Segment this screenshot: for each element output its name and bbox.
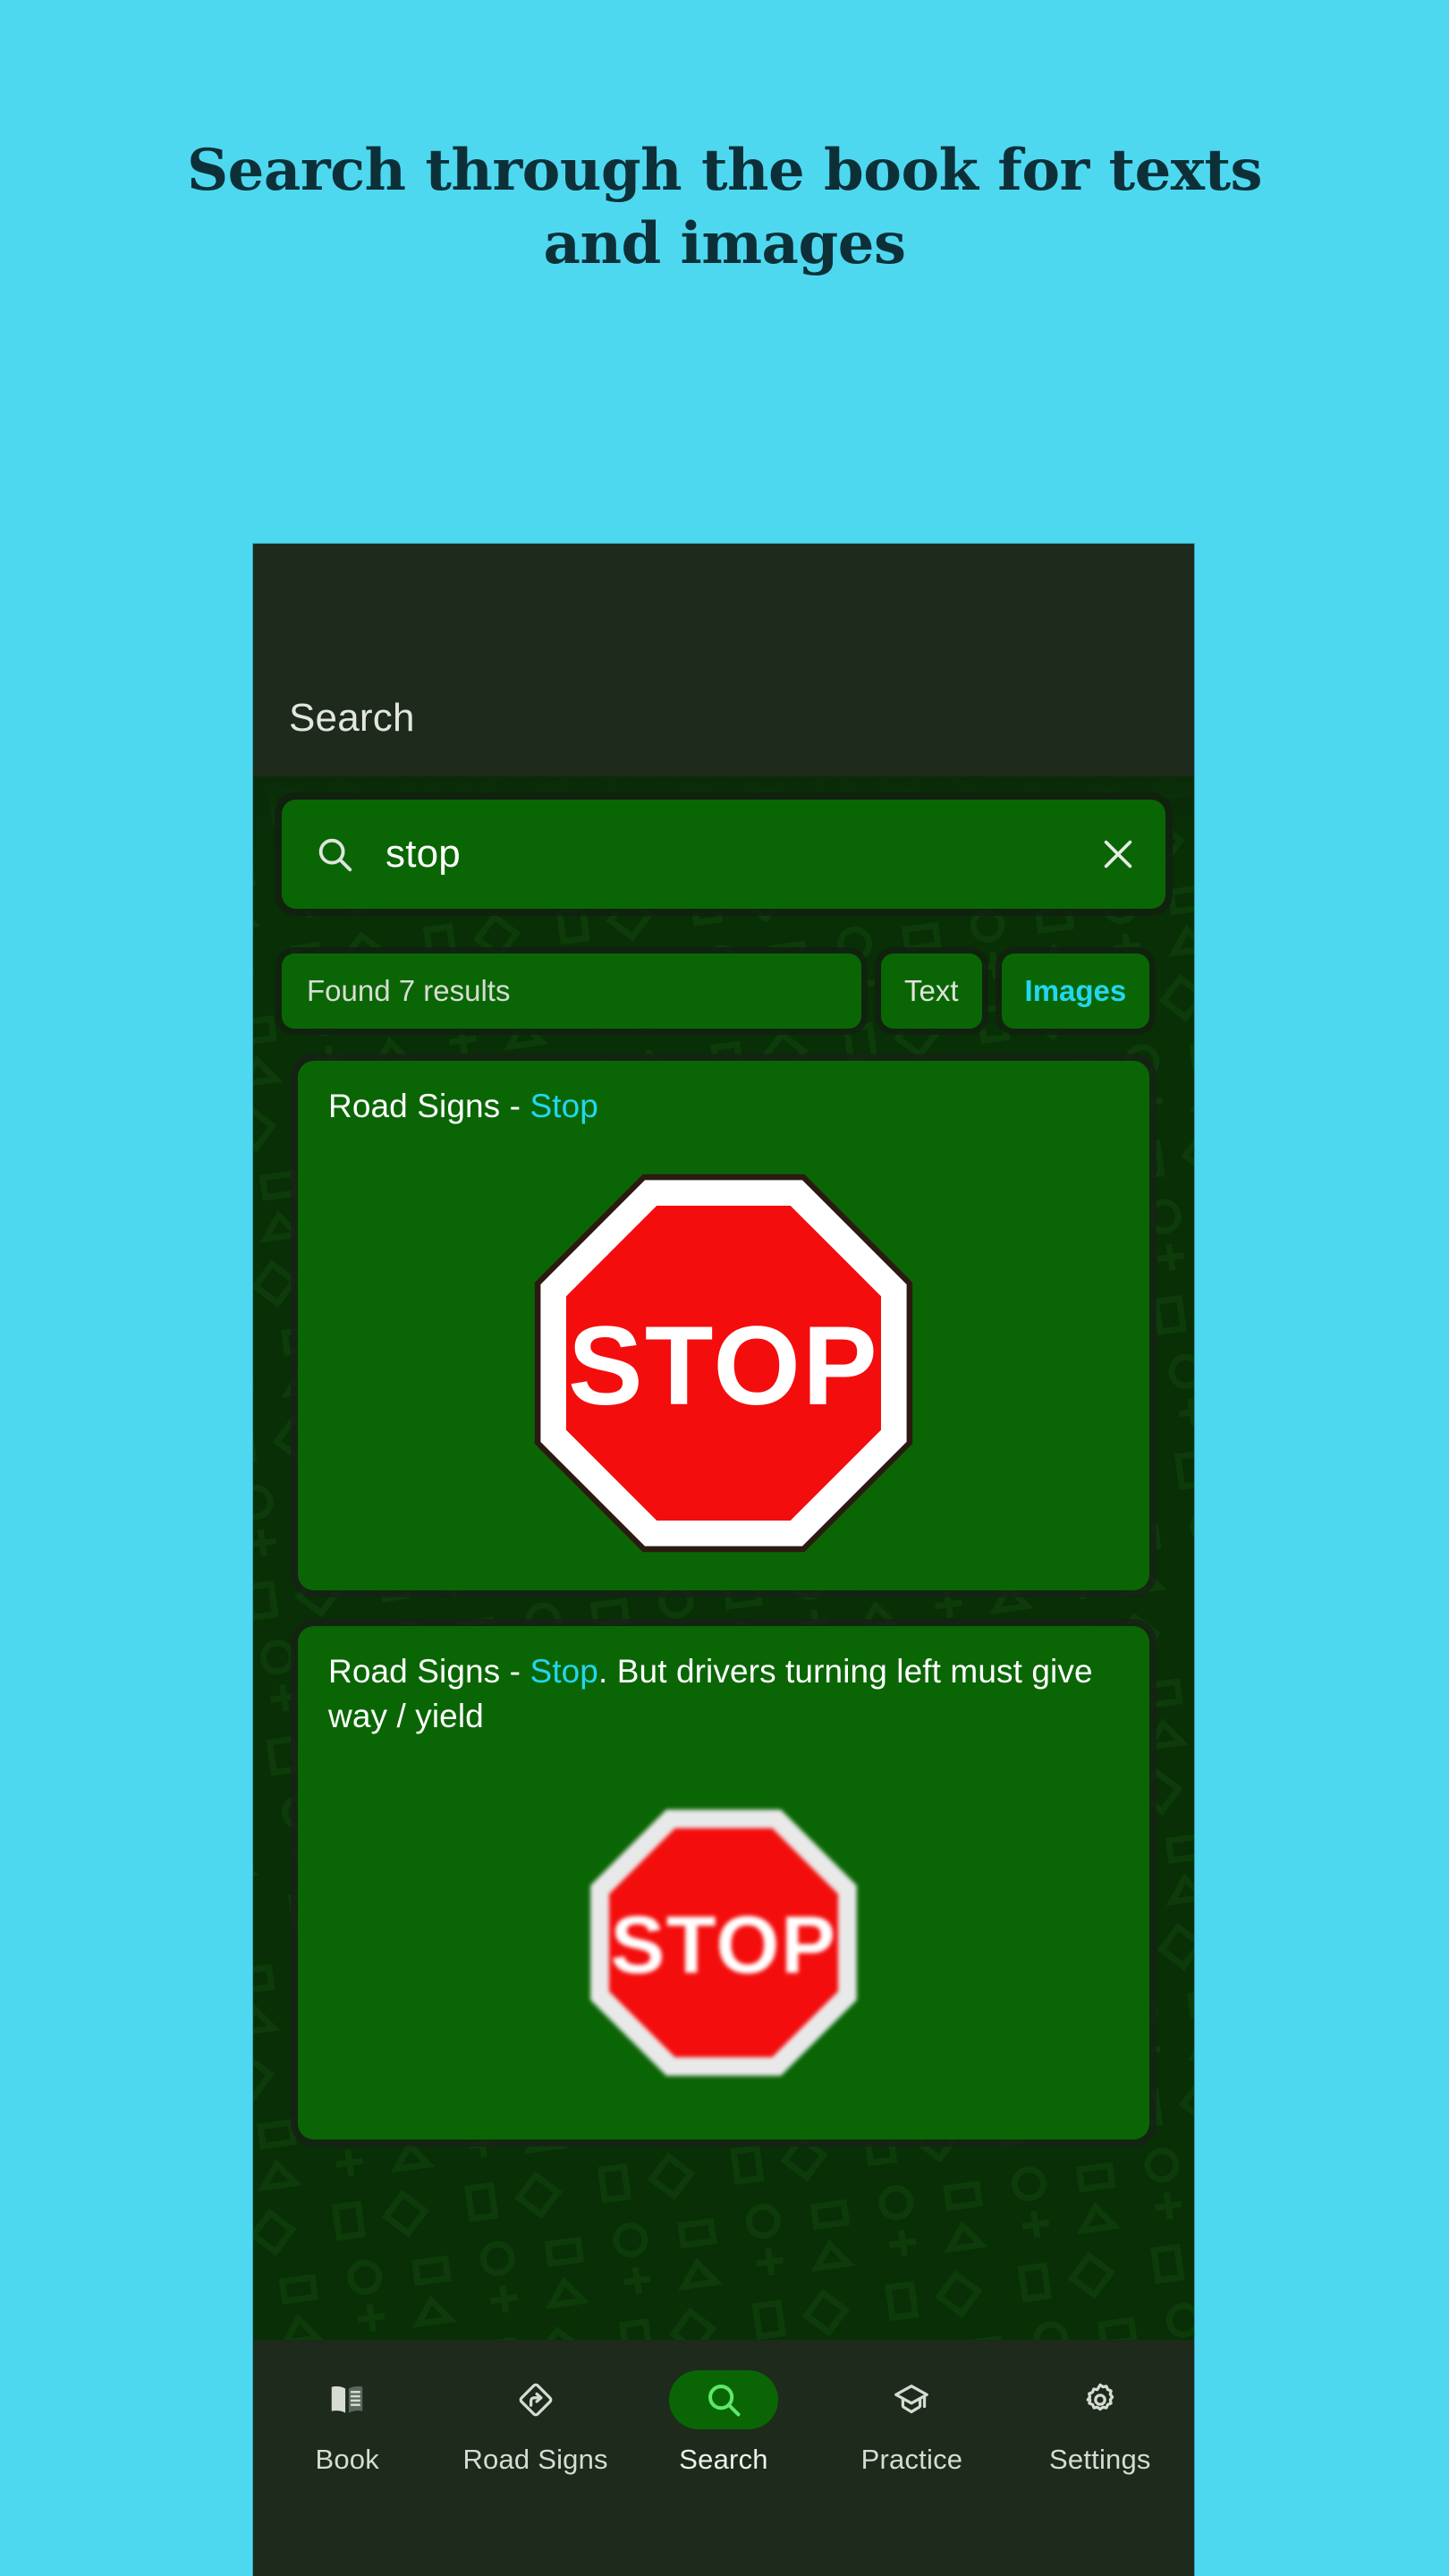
stop-sign-icon: STOP (590, 1809, 857, 2076)
search-results-list: Road Signs - Stop STOP Road Signs - Stop… (298, 1061, 1149, 2175)
result-title-prefix: Road Signs - (328, 1652, 530, 1690)
app-body: stop Found 7 results Text Images Road Si… (253, 776, 1194, 2340)
search-result-card[interactable]: Road Signs - Stop STOP (298, 1061, 1149, 1590)
result-image-container: STOP (298, 1746, 1149, 2140)
search-bar[interactable]: stop (282, 800, 1165, 909)
search-icon (318, 838, 352, 872)
nav-item-search[interactable]: Search (630, 2370, 818, 2476)
nav-pill (292, 2370, 402, 2429)
result-title-highlight: Stop (530, 1652, 598, 1690)
nav-item-practice[interactable]: Practice (818, 2370, 1005, 2476)
book-icon (331, 2386, 363, 2413)
gear-icon (1086, 2383, 1114, 2411)
nav-label: Book (315, 2444, 379, 2475)
page-title: Search (289, 696, 415, 740)
nav-label: Settings (1049, 2444, 1151, 2475)
bottom-navigation: Book Road Signs Search Practice Settings (253, 2340, 1194, 2576)
nav-pill (481, 2370, 590, 2429)
app-bar: Search (253, 544, 1194, 776)
nav-label: Practice (860, 2444, 963, 2475)
search-icon (708, 2385, 741, 2417)
phone-mockup: Search stop Found 7 results Text Images … (253, 544, 1194, 2576)
nav-pill (1046, 2370, 1155, 2429)
nav-pill (669, 2370, 779, 2429)
nav-item-settings[interactable]: Settings (1006, 2370, 1194, 2476)
graduation-cap-icon (894, 2385, 929, 2414)
svg-text:STOP: STOP (568, 1302, 879, 1428)
result-image-container: STOP (298, 1136, 1149, 1590)
filter-row: Found 7 results Text Images (282, 953, 1165, 1029)
nav-item-road-signs[interactable]: Road Signs (441, 2370, 629, 2476)
road-sign-icon (519, 2383, 552, 2417)
nav-label: Search (679, 2444, 768, 2475)
tab-text[interactable]: Text (881, 953, 982, 1029)
tab-images[interactable]: Images (1001, 953, 1150, 1029)
result-count-label: Found 7 results (282, 953, 861, 1029)
result-title: Road Signs - Stop. But drivers turning l… (298, 1626, 1149, 1746)
svg-text:STOP: STOP (610, 1899, 836, 1990)
result-title-prefix: Road Signs - (328, 1088, 530, 1124)
nav-item-book[interactable]: Book (253, 2370, 441, 2476)
search-result-card[interactable]: Road Signs - Stop. But drivers turning l… (298, 1625, 1149, 2140)
promo-headline: Search through the book for texts and im… (186, 137, 1263, 277)
nav-label: Road Signs (462, 2444, 608, 2475)
result-title-highlight: Stop (530, 1088, 598, 1124)
result-title: Road Signs - Stop (298, 1061, 1149, 1136)
nav-pill (857, 2370, 966, 2429)
stop-sign-icon: STOP (534, 1174, 913, 1553)
close-icon[interactable] (1097, 834, 1139, 875)
search-input[interactable]: stop (355, 832, 1097, 877)
